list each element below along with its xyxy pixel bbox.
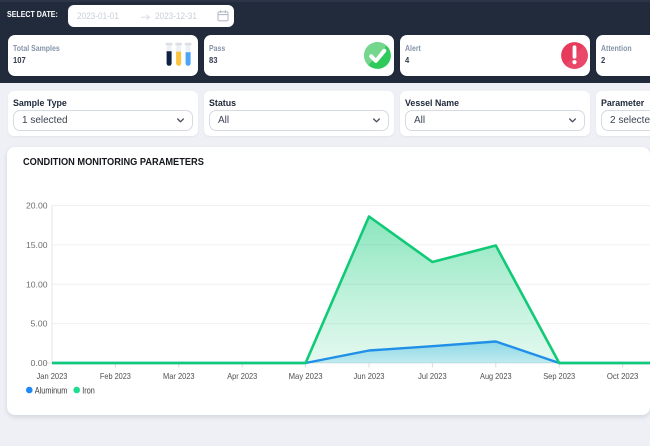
svg-text:Sep 2023: Sep 2023 [543, 371, 575, 381]
svg-text:Jan 2023: Jan 2023 [37, 371, 68, 381]
svg-text:Apr 2023: Apr 2023 [227, 371, 257, 381]
svg-text:15.00: 15.00 [26, 240, 48, 250]
svg-text:Iron: Iron [82, 385, 95, 396]
svg-text:May 2023: May 2023 [289, 371, 323, 381]
svg-text:0.00: 0.00 [31, 358, 48, 368]
svg-text:Jul 2023: Jul 2023 [418, 371, 447, 381]
svg-text:Oct 2023: Oct 2023 [607, 371, 639, 381]
svg-text:Mar 2023: Mar 2023 [163, 371, 195, 381]
svg-text:5.00: 5.00 [31, 319, 48, 329]
svg-text:Jun 2023: Jun 2023 [354, 371, 385, 381]
svg-text:Aug 2023: Aug 2023 [480, 371, 512, 381]
svg-text:10.00: 10.00 [26, 279, 48, 289]
svg-text:20.00: 20.00 [26, 201, 48, 211]
svg-text:Feb 2023: Feb 2023 [100, 371, 131, 381]
svg-text:Aluminum: Aluminum [35, 385, 68, 396]
